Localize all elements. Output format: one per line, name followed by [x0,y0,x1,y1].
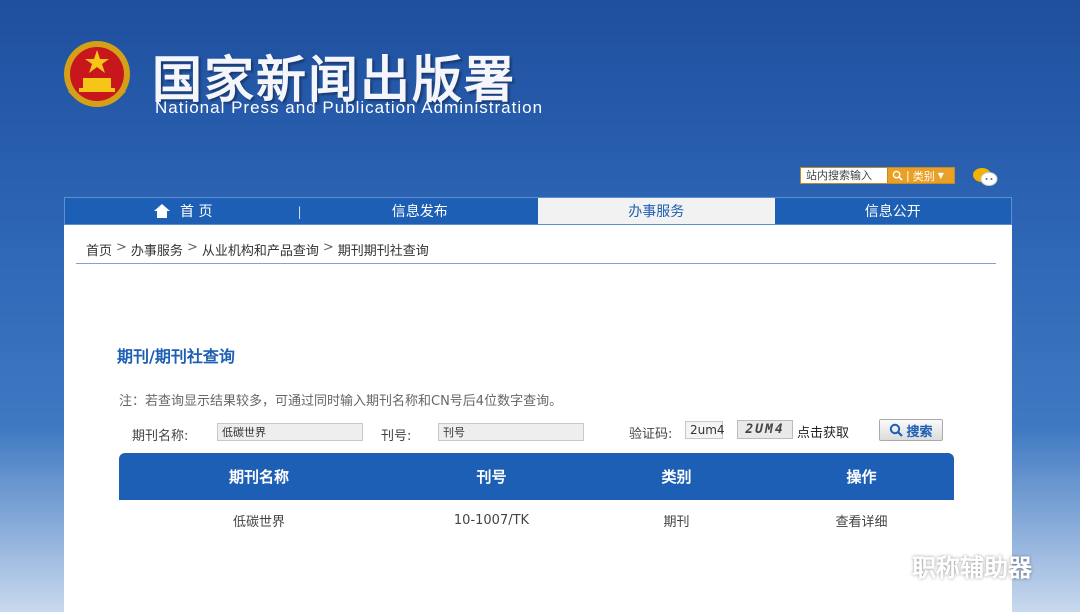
table-row: 低碳世界 10-1007/TK 期刊 查看详细 [119,500,954,540]
table-header-row: 期刊名称 刊号 类别 操作 [119,453,954,500]
main-nav: 首 页 | 信息发布 办事服务 信息公开 [64,197,1012,225]
column-header: 期刊名称 [119,453,399,500]
query-note: 注：若查询显示结果较多，可通过同时输入期刊名称和CN号后4位数字查询。 [119,394,563,409]
captcha-refresh-link[interactable]: 点击获取 [797,422,849,441]
category-cell: 期刊 [663,514,690,530]
search-icon [890,423,904,437]
issn-cell: 10-1007/TK [453,512,530,528]
search-button-label: 搜索 [906,424,933,440]
site-subtitle: National Press and Publication Administr… [155,98,544,117]
search-separator: | [906,169,910,182]
column-header: 操作 [769,453,954,500]
nav-item-label: 信息公开 [864,204,921,220]
captcha-input[interactable]: 2um4 [685,421,725,439]
nav-item-home[interactable]: 首 页 | [65,198,302,224]
results-table: 期刊名称 刊号 类别 操作 低碳世界 10-1007/TK 期刊 查看详细 [119,453,954,540]
watermark: 职称辅助器 [862,548,1032,583]
nav-item-label: 办事服务 [628,204,685,220]
search-category-button[interactable]: | 类别 ▼ [887,167,955,184]
journal-name-input[interactable]: 低碳世界 [217,423,363,441]
breadcrumb-separator: > [186,240,198,255]
column-header: 刊号 [399,453,584,500]
captcha-image[interactable]: 2UM4 [737,420,793,439]
wechat-watermark-icon [863,552,902,578]
nav-item-label: 首 页 [180,204,213,220]
breadcrumb-separator: > [322,240,334,255]
chevron-down-icon: ▼ [937,171,944,180]
nav-item-info-disclosure[interactable]: 信息公开 [775,198,1012,224]
home-icon [154,204,171,218]
breadcrumb-separator: > [116,240,127,255]
watermark-text: 职称辅助器 [912,554,1032,582]
site-header: 国家新闻出版署 National Press and Publication A… [0,0,1080,195]
nav-item-label: 信息发布 [391,204,448,220]
nav-item-info-release[interactable]: 信息发布 [302,198,539,224]
captcha-label: 验证码: [629,427,673,442]
wechat-icon[interactable] [972,166,998,188]
journal-name-label: 期刊名称: [132,429,189,444]
breadcrumb: 首页 > 办事服务 > 从业机构和产品查询 > 期刊期刊社查询 [86,240,429,259]
search-button[interactable]: 搜索 [879,419,943,441]
category-label: 类别 [912,169,935,183]
issn-label: 刊号: [381,429,412,444]
nav-item-services[interactable]: 办事服务 [538,198,775,224]
site-search-input[interactable]: 站内搜索输入 [800,167,888,184]
search-icon[interactable] [892,170,903,181]
issn-input[interactable]: 刊号 [438,423,584,441]
breadcrumb-home[interactable]: 首页 [86,240,112,259]
view-details-link[interactable]: 查看详细 [769,500,954,540]
breadcrumb-services[interactable]: 办事服务 [131,240,183,259]
journal-name-cell: 低碳世界 [232,514,285,530]
page-title: 期刊/期刊社查询 [117,347,235,366]
national-emblem-icon [64,41,130,107]
breadcrumb-institution-query[interactable]: 从业机构和产品查询 [202,240,319,259]
breadcrumb-current[interactable]: 期刊期刊社查询 [338,240,429,259]
breadcrumb-divider [76,263,996,264]
column-header: 类别 [584,453,769,500]
